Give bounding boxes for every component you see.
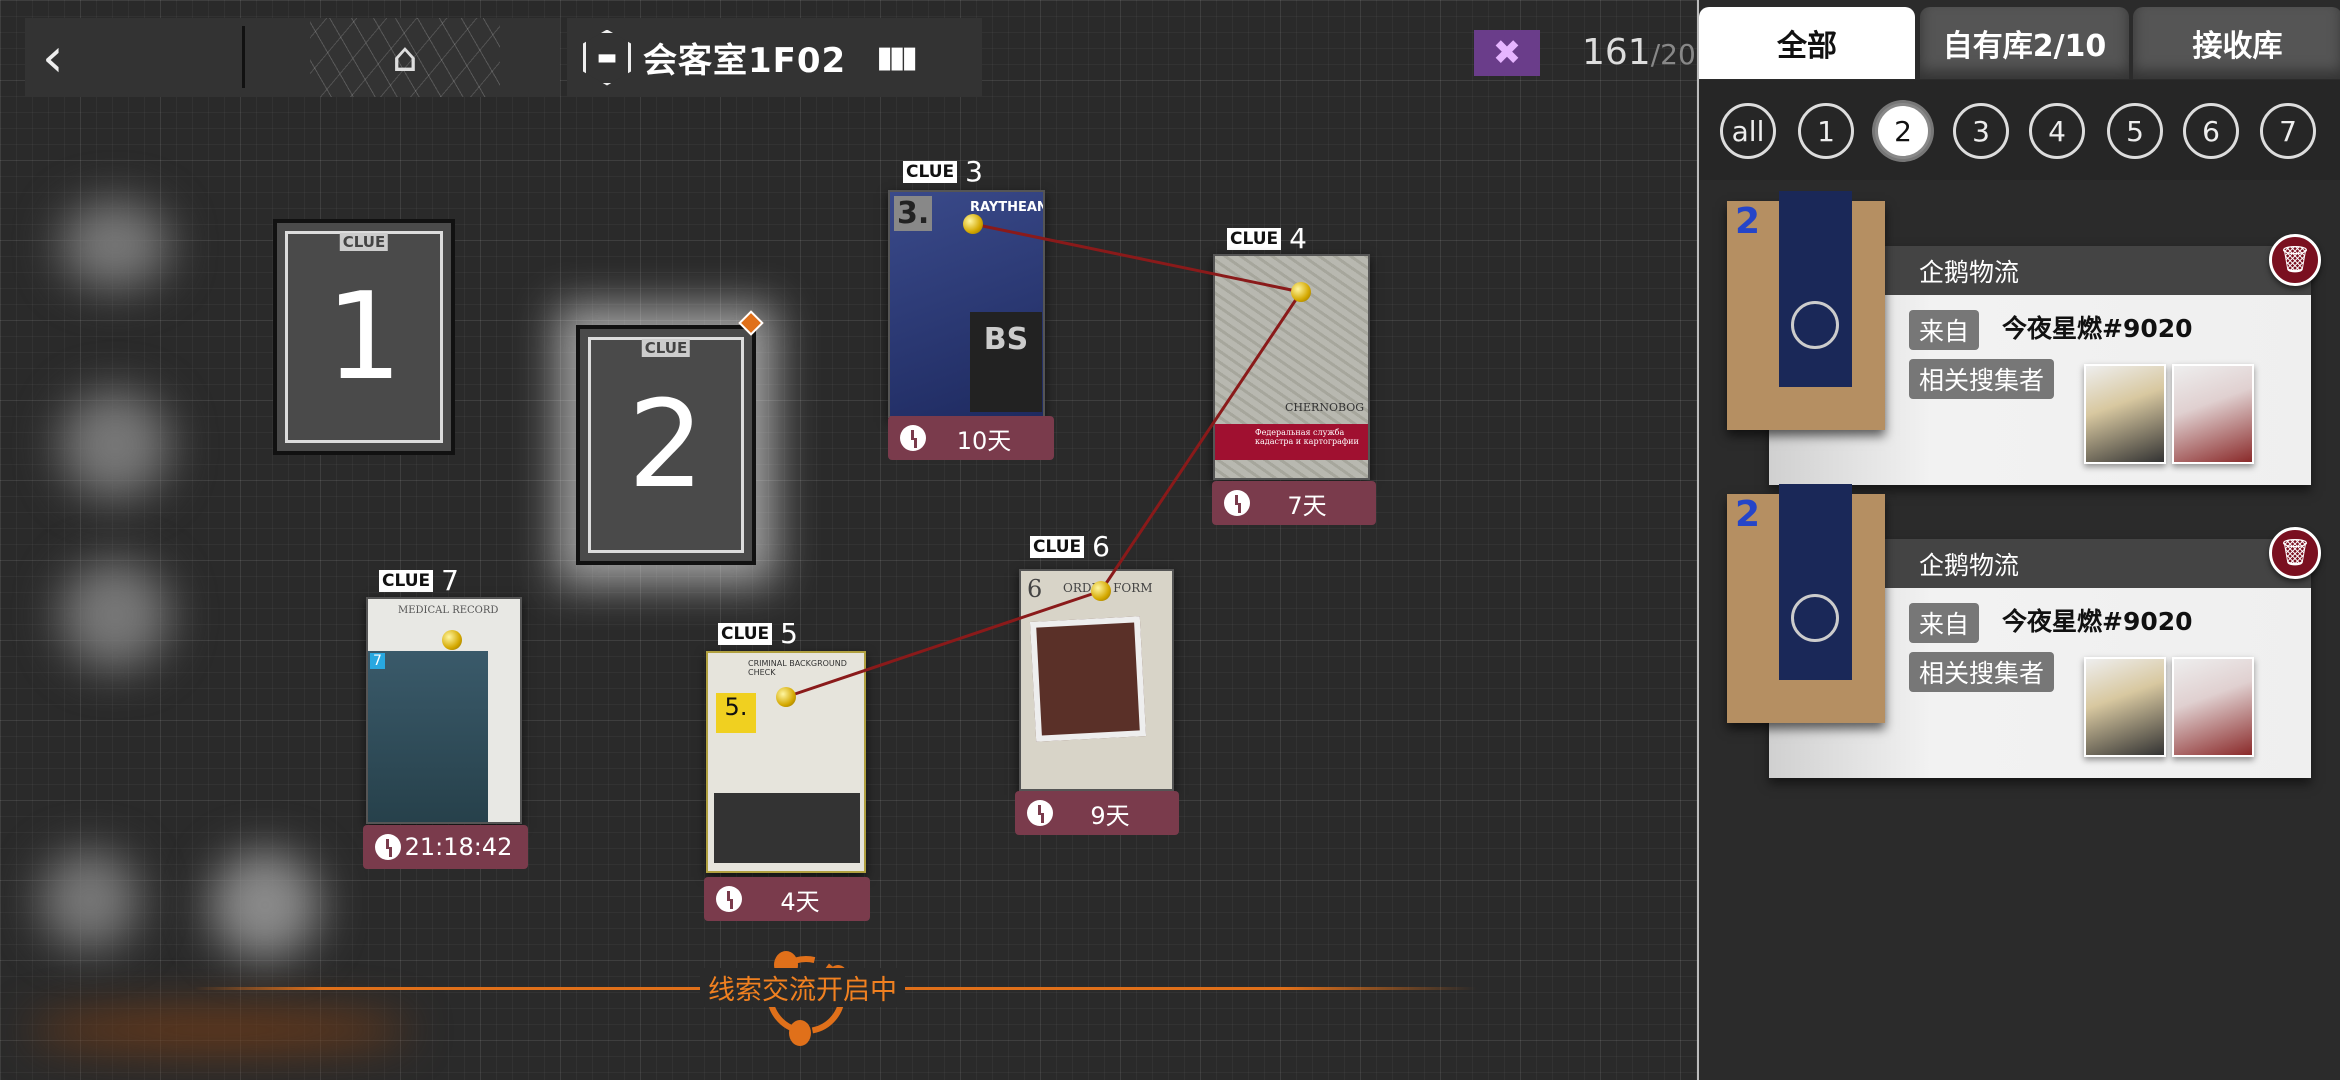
delete-button[interactable]: 🗑 <box>2269 234 2321 286</box>
pin-icon <box>1291 282 1311 302</box>
sender-name: 今夜星燃#9020 <box>2002 607 2193 636</box>
filter-1[interactable]: 1 <box>1798 103 1854 159</box>
filter-2[interactable]: 2 <box>1875 103 1931 159</box>
from-tag: 来自 <box>1909 310 1980 350</box>
from-tag: 来自 <box>1909 603 1980 643</box>
tab-all[interactable]: 全部 <box>1699 7 1915 79</box>
filter-all[interactable]: all <box>1720 103 1776 159</box>
clue-inventory-panel: 全部 自有库2/10 接收库 all 1 2 3 4 5 6 7 企鹅物流 来自… <box>1697 0 2340 1080</box>
string-3-4 <box>972 222 1302 294</box>
delete-button[interactable]: 🗑 <box>2269 527 2321 579</box>
filter-6[interactable]: 6 <box>2183 103 2239 159</box>
sender-name: 今夜星燃#9020 <box>2002 314 2193 343</box>
filter-5[interactable]: 5 <box>2107 103 2163 159</box>
clue-package-image: 2 <box>1727 484 1885 723</box>
pin-icon <box>442 630 462 650</box>
trash-icon: 🗑 <box>2278 245 2312 275</box>
filter-4[interactable]: 4 <box>2029 103 2085 159</box>
clue-package-image: 2 <box>1727 191 1885 430</box>
string-4-6 <box>1099 291 1303 592</box>
collector-avatar[interactable] <box>2172 364 2254 464</box>
tab-received[interactable]: 接收库 <box>2133 7 2340 79</box>
trash-icon: 🗑 <box>2278 538 2312 568</box>
filter-3[interactable]: 3 <box>1953 103 2009 159</box>
collector-avatar[interactable] <box>2172 657 2254 757</box>
pin-icon <box>1091 581 1111 601</box>
filter-7[interactable]: 7 <box>2260 103 2316 159</box>
collector-avatar[interactable] <box>2084 657 2166 757</box>
tab-own-storage[interactable]: 自有库2/10 <box>1920 7 2129 79</box>
filter-bar <box>1699 80 2340 180</box>
string-6-5 <box>785 589 1102 699</box>
pin-icon <box>963 214 983 234</box>
clue-strings <box>785 222 1303 699</box>
pin-icon <box>776 687 796 707</box>
collectors-tag: 相关搜集者 <box>1909 652 2055 692</box>
collector-avatar[interactable] <box>2084 364 2166 464</box>
collectors-tag: 相关搜集者 <box>1909 359 2055 399</box>
